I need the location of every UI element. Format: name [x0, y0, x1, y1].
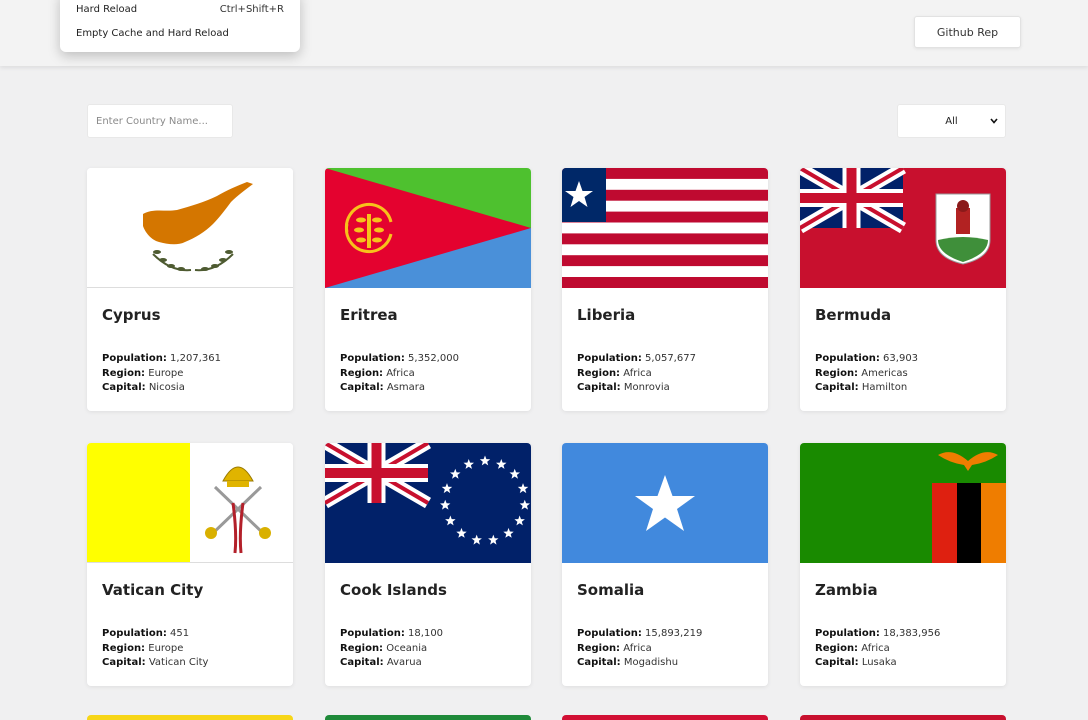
country-card-partial[interactable]: [562, 715, 768, 720]
flag-image: [800, 443, 1006, 563]
country-info: Population: 5,352,000 Region: Africa Cap…: [340, 352, 459, 396]
country-name: Somalia: [577, 581, 645, 599]
country-info: Population: 5,057,677 Region: Africa Cap…: [577, 352, 696, 396]
population-label: Population:: [815, 353, 880, 364]
country-info: Population: 18,383,956 Region: Africa Ca…: [815, 627, 940, 671]
browser-context-menu: Hard Reload Ctrl+Shift+R Empty Cache and…: [60, 0, 300, 52]
capital-label: Capital:: [102, 657, 146, 668]
country-card-vatican-city[interactable]: Vatican City Population: 451 Region: Eur…: [87, 443, 293, 686]
population-label: Population:: [340, 628, 405, 639]
github-repo-button[interactable]: Github Rep: [914, 16, 1021, 48]
capital-label: Capital:: [815, 382, 859, 393]
menu-item-label: Empty Cache and Hard Reload: [76, 28, 229, 39]
flag-image: [87, 443, 293, 563]
region-value: Africa: [386, 367, 415, 379]
capital-value: Vatican City: [148, 657, 209, 668]
country-card-partial[interactable]: [800, 715, 1006, 720]
region-value: Oceania: [386, 642, 428, 654]
population-label: Population:: [815, 628, 880, 639]
region-label: Region:: [815, 642, 859, 654]
flag-image: [325, 443, 531, 563]
flag-image: [562, 443, 768, 563]
capital-label: Capital:: [340, 657, 384, 668]
capital-label: Capital:: [340, 382, 384, 393]
country-name: Cook Islands: [340, 581, 447, 599]
region-filter-select[interactable]: All: [897, 104, 1006, 138]
population-label: Population:: [102, 628, 167, 639]
capital-label: Capital:: [102, 382, 146, 393]
region-value: Africa: [623, 367, 652, 379]
region-value: Africa: [861, 642, 890, 654]
country-card-somalia[interactable]: Somalia Population: 15,893,219 Region: A…: [562, 443, 768, 686]
capital-value: Avarua: [386, 657, 422, 668]
country-card-liberia[interactable]: Liberia Population: 5,057,677 Region: Af…: [562, 168, 768, 411]
region-value: Europe: [148, 642, 184, 654]
menu-item-hard-reload[interactable]: Hard Reload Ctrl+Shift+R: [76, 4, 284, 15]
region-filter-value: All: [945, 115, 958, 127]
capital-value: Lusaka: [861, 657, 897, 668]
country-name: Cyprus: [102, 306, 161, 324]
population-value: 63,903: [883, 353, 919, 364]
country-info: Population: 1,207,361 Region: Europe Cap…: [102, 352, 221, 396]
country-card-partial[interactable]: [87, 715, 293, 720]
flag-image: [325, 168, 531, 288]
capital-value: Hamilton: [861, 382, 908, 393]
country-name: Liberia: [577, 306, 636, 324]
country-name: Vatican City: [102, 581, 204, 599]
country-card-eritrea[interactable]: Eritrea Population: 5,352,000 Region: Af…: [325, 168, 531, 411]
capital-label: Capital:: [815, 657, 859, 668]
region-label: Region:: [815, 367, 859, 379]
flag-image: [87, 168, 293, 288]
country-info: Population: 15,893,219 Region: Africa Ca…: [577, 627, 702, 671]
country-search-input[interactable]: [87, 104, 233, 138]
capital-value: Nicosia: [148, 382, 185, 393]
menu-item-shortcut: Ctrl+Shift+R: [219, 4, 284, 15]
country-card-cook-islands[interactable]: Cook Islands Population: 18,100 Region: …: [325, 443, 531, 686]
country-info: Population: 18,100 Region: Oceania Capit…: [340, 627, 443, 671]
region-label: Region:: [102, 642, 146, 654]
population-label: Population:: [577, 628, 642, 639]
country-card-cyprus[interactable]: Cyprus Population: 1,207,361 Region: Eur…: [87, 168, 293, 411]
country-info: Population: 63,903 Region: Americas Capi…: [815, 352, 918, 396]
region-value: Africa: [623, 642, 652, 654]
menu-item-label: Hard Reload: [76, 4, 138, 15]
country-card-bermuda[interactable]: Bermuda Population: 63,903 Region: Ameri…: [800, 168, 1006, 411]
country-card-partial[interactable]: [325, 715, 531, 720]
population-value: 5,057,677: [645, 353, 696, 364]
region-label: Region:: [577, 367, 621, 379]
capital-value: Asmara: [386, 382, 425, 393]
population-value: 5,352,000: [408, 353, 459, 364]
population-value: 451: [170, 628, 190, 639]
capital-label: Capital:: [577, 382, 621, 393]
population-value: 1,207,361: [170, 353, 221, 364]
capital-value: Monrovia: [623, 382, 670, 393]
region-label: Region:: [577, 642, 621, 654]
region-label: Region:: [340, 367, 384, 379]
chevron-down-icon: [990, 118, 998, 124]
capital-label: Capital:: [577, 657, 621, 668]
population-value: 18,100: [408, 628, 444, 639]
region-label: Region:: [340, 642, 384, 654]
population-label: Population:: [340, 353, 405, 364]
country-card-zambia[interactable]: Zambia Population: 18,383,956 Region: Af…: [800, 443, 1006, 686]
population-value: 15,893,219: [645, 628, 703, 639]
country-name: Zambia: [815, 581, 878, 599]
region-value: Americas: [861, 367, 908, 379]
region-value: Europe: [148, 367, 184, 379]
population-label: Population:: [577, 353, 642, 364]
menu-item-empty-cache-hard-reload[interactable]: Empty Cache and Hard Reload: [76, 28, 284, 39]
capital-value: Mogadishu: [623, 657, 679, 668]
country-name: Bermuda: [815, 306, 892, 324]
population-label: Population:: [102, 353, 167, 364]
population-value: 18,383,956: [883, 628, 941, 639]
region-label: Region:: [102, 367, 146, 379]
flag-image: [800, 168, 1006, 288]
country-name: Eritrea: [340, 306, 398, 324]
country-info: Population: 451 Region: Europe Capital: …: [102, 627, 208, 671]
flag-image: [562, 168, 768, 288]
